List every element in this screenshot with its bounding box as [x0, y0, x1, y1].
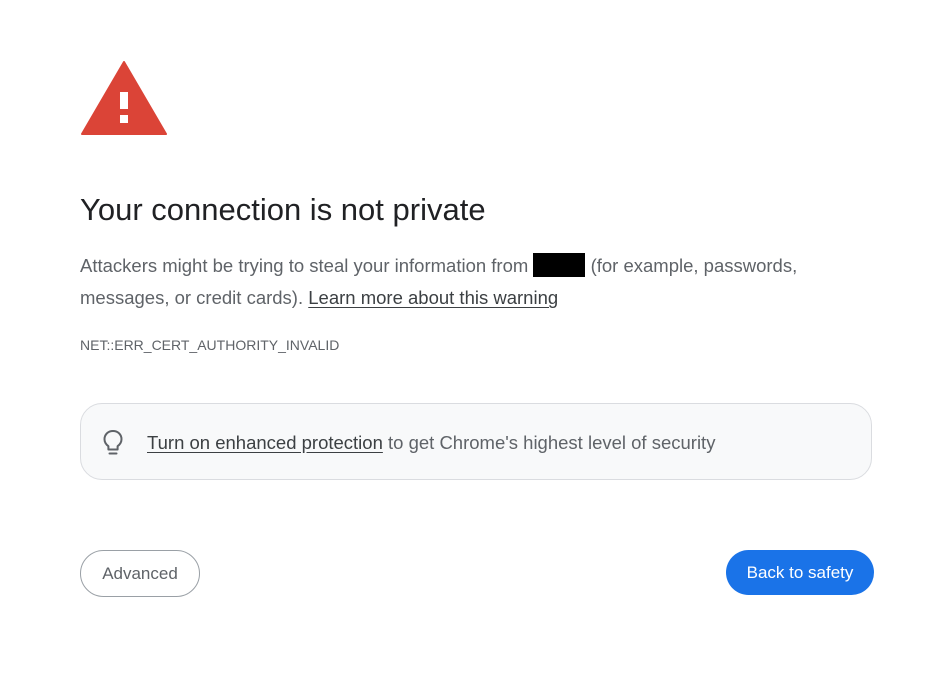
enhanced-protection-link[interactable]: Turn on enhanced protection [147, 432, 383, 453]
redacted-domain [533, 253, 586, 277]
explanation-before: Attackers might be trying to steal your … [80, 255, 529, 276]
explanation-text: Attackers might be trying to steal your … [80, 250, 870, 314]
promo-suffix: to get Chrome's highest level of securit… [388, 432, 716, 453]
enhanced-protection-promo: Turn on enhanced protection to get Chrom… [80, 403, 872, 480]
promo-text: Turn on enhanced protection to get Chrom… [147, 431, 715, 455]
lightbulb-icon [103, 430, 123, 455]
advanced-button[interactable]: Advanced [80, 550, 200, 597]
warning-triangle-icon [81, 61, 167, 135]
learn-more-link[interactable]: Learn more about this warning [308, 287, 558, 308]
back-to-safety-button[interactable]: Back to safety [726, 550, 874, 595]
page-title: Your connection is not private [80, 192, 486, 227]
error-code: NET::ERR_CERT_AUTHORITY_INVALID [80, 337, 340, 353]
